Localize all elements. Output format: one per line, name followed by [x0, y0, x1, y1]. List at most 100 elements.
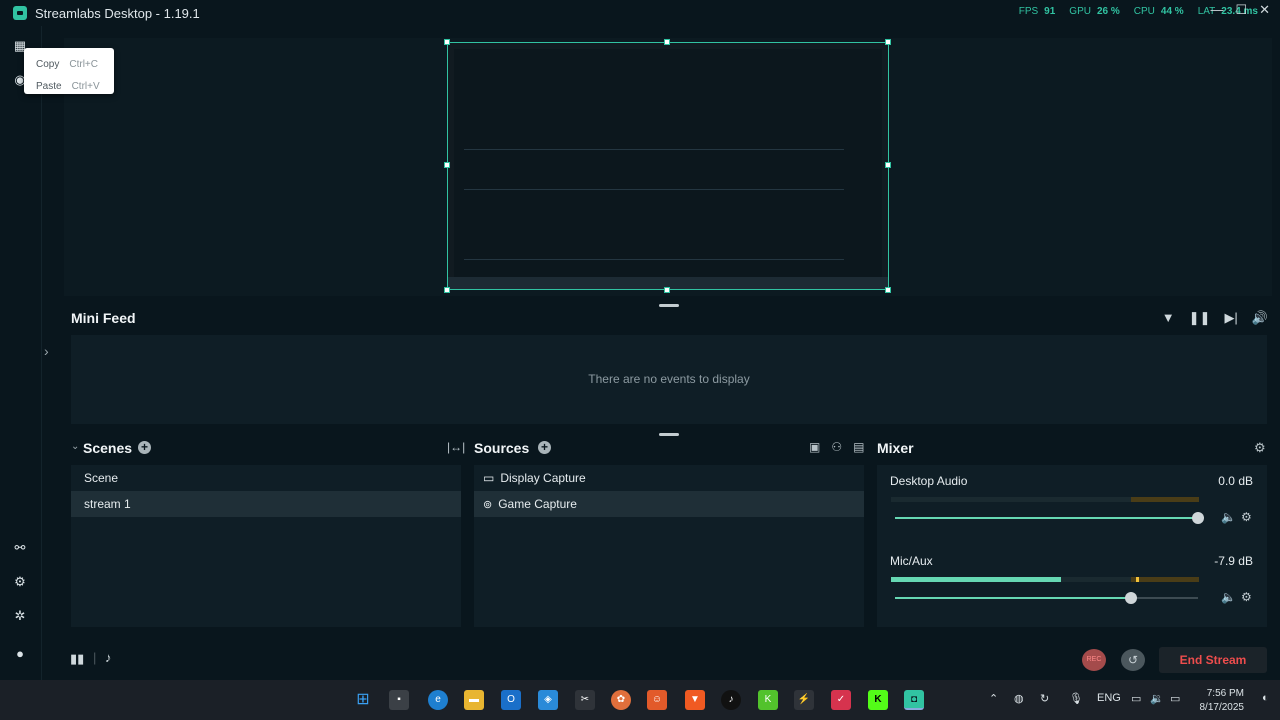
- channel-settings-icon[interactable]: ⚙: [1241, 590, 1252, 604]
- source-item[interactable]: ▭ Display Capture: [474, 465, 864, 491]
- scene-item[interactable]: Scene: [71, 465, 461, 491]
- chevron-right-icon[interactable]: ›: [44, 343, 49, 359]
- close-icon[interactable]: ✕: [1259, 2, 1270, 18]
- filter-icon[interactable]: ▼: [1162, 310, 1175, 326]
- minifeed-controls: ▼ ❚❚ ▶| 🔊: [1162, 310, 1268, 326]
- left-sidebar: ▦ ◉ ⚯ ⚙ ✲ ●: [0, 26, 42, 680]
- profile-icon[interactable]: ●: [12, 646, 28, 662]
- window-controls: — ☐ ✕: [1210, 2, 1270, 18]
- volume-knob[interactable]: [1125, 592, 1137, 604]
- scene-transitions-icon[interactable]: |↔|: [447, 440, 465, 454]
- settings-icon[interactable]: ✲: [12, 608, 28, 624]
- scene-item-selected[interactable]: stream 1: [71, 491, 461, 517]
- tray-sync-icon[interactable]: ↻: [1040, 692, 1049, 705]
- file-explorer-icon[interactable]: ▬: [464, 690, 484, 710]
- window-title: Streamlabs Desktop - 1.19.1: [35, 5, 200, 21]
- outlook-icon[interactable]: O: [501, 690, 521, 710]
- kick-icon[interactable]: K: [758, 690, 778, 710]
- nested-divider: [464, 189, 844, 190]
- mixer-channel-label: Desktop Audio: [890, 474, 968, 488]
- scene-item-label: stream 1: [84, 497, 131, 511]
- photos-icon[interactable]: ✿: [611, 690, 631, 710]
- copy-shortcut: Ctrl+C: [69, 58, 98, 70]
- mixer-settings-icon[interactable]: ⚙: [1254, 440, 1266, 456]
- resize-handle-b[interactable]: [664, 287, 670, 293]
- preview-resize-grip[interactable]: [659, 304, 679, 307]
- copy-label: Copy: [36, 58, 60, 70]
- stats-icon[interactable]: ▮▮: [70, 651, 84, 667]
- bell-icon[interactable]: ♪: [105, 650, 112, 665]
- context-menu-copy[interactable]: Copy Ctrl+C: [36, 53, 114, 75]
- minifeed-resize-grip[interactable]: [659, 433, 679, 436]
- source-lock-icon[interactable]: ⚇: [831, 440, 842, 454]
- mixer-channel-label: Mic/Aux: [890, 554, 933, 568]
- task-view-icon[interactable]: ▪: [389, 690, 409, 710]
- mixer-channel-db: -7.9 dB: [1214, 554, 1253, 568]
- source-item-selected[interactable]: ⊚ Game Capture: [474, 491, 864, 517]
- maximize-icon[interactable]: ☐: [1235, 2, 1247, 18]
- streamlabs-taskbar-icon[interactable]: ◘: [904, 690, 924, 710]
- volume-slider[interactable]: [895, 592, 1198, 604]
- mixer-panel: [877, 465, 1267, 627]
- end-stream-button[interactable]: End Stream: [1159, 647, 1267, 673]
- mute-icon[interactable]: 🔈: [1221, 510, 1236, 524]
- battery-icon[interactable]: ▭: [1170, 692, 1180, 705]
- resize-handle-l[interactable]: [444, 162, 450, 168]
- tiktok-icon[interactable]: ♪: [721, 690, 741, 710]
- layout-editor-icon[interactable]: ⚙: [12, 574, 28, 590]
- studio-mode-icon[interactable]: ⚯: [12, 540, 28, 556]
- context-menu-paste[interactable]: Paste Ctrl+V: [36, 75, 114, 97]
- tray-chevron-up-icon[interactable]: ⌃: [989, 692, 998, 705]
- game-app-icon[interactable]: ☺: [647, 690, 667, 710]
- resize-handle-br[interactable]: [885, 287, 891, 293]
- volume-icon[interactable]: 🔉: [1150, 692, 1164, 705]
- folder-icon[interactable]: ▤: [853, 440, 864, 454]
- windows-start-icon[interactable]: ⊞: [353, 690, 373, 710]
- skip-icon[interactable]: ▶|: [1224, 310, 1237, 326]
- add-source-button[interactable]: +: [538, 441, 551, 454]
- capcut-icon[interactable]: ✂: [575, 690, 595, 710]
- clock-date: 8/17/2025: [1199, 702, 1245, 713]
- minifeed-title: Mini Feed: [71, 310, 136, 326]
- gamepad-icon: ⊚: [483, 498, 493, 511]
- media-app-icon[interactable]: ✓: [831, 690, 851, 710]
- paste-shortcut: Ctrl+V: [71, 80, 100, 92]
- rec-button[interactable]: REC: [1082, 649, 1106, 671]
- display-icon[interactable]: ▭: [1131, 692, 1141, 705]
- resize-handle-bl[interactable]: [444, 287, 450, 293]
- meter-warning-zone: [1131, 497, 1199, 502]
- resize-handle-tl[interactable]: [444, 39, 450, 45]
- replay-buffer-icon[interactable]: ↺: [1121, 649, 1145, 671]
- windows-taskbar: [0, 680, 1280, 720]
- mute-icon[interactable]: 🔈: [1221, 590, 1236, 604]
- notification-bell-icon[interactable]: ◐: [1262, 692, 1269, 704]
- chevron-down-icon[interactable]: ⌄: [71, 441, 79, 452]
- source-properties-icon[interactable]: ▣: [809, 440, 820, 454]
- minimize-icon[interactable]: —: [1210, 2, 1223, 18]
- source-item-label: Game Capture: [498, 497, 577, 511]
- context-menu: Copy Ctrl+C Paste Ctrl+V: [24, 48, 114, 94]
- clock-time: 7:56 PM: [1206, 688, 1244, 699]
- resize-handle-tr[interactable]: [885, 39, 891, 45]
- edge-browser-icon[interactable]: e: [428, 690, 448, 710]
- resize-handle-t[interactable]: [664, 39, 670, 45]
- nested-divider: [464, 149, 844, 150]
- defender-icon[interactable]: ◈: [538, 690, 558, 710]
- system-clock[interactable]: 7:56 PM 8/17/2025: [1200, 687, 1245, 715]
- game-capture-preview-source[interactable]: [447, 42, 889, 290]
- brave-browser-icon[interactable]: ▼: [685, 690, 705, 710]
- add-scene-button[interactable]: +: [138, 441, 151, 454]
- volume-slider[interactable]: [895, 512, 1204, 524]
- speaker-icon[interactable]: 🔊: [1252, 310, 1268, 326]
- microphone-icon[interactable]: 🎙: [1069, 692, 1083, 705]
- streamlabs-logo-icon: [13, 6, 27, 20]
- volume-knob[interactable]: [1192, 512, 1204, 524]
- language-indicator[interactable]: ENG: [1097, 692, 1121, 704]
- tray-app-icon[interactable]: ◍: [1014, 692, 1024, 705]
- bolt-app-icon[interactable]: ⚡: [794, 690, 814, 710]
- channel-settings-icon[interactable]: ⚙: [1241, 510, 1252, 524]
- resize-handle-r[interactable]: [885, 162, 891, 168]
- kick-studio-icon[interactable]: K: [868, 690, 888, 710]
- audio-meter: [891, 497, 1199, 502]
- pause-icon[interactable]: ❚❚: [1189, 310, 1211, 326]
